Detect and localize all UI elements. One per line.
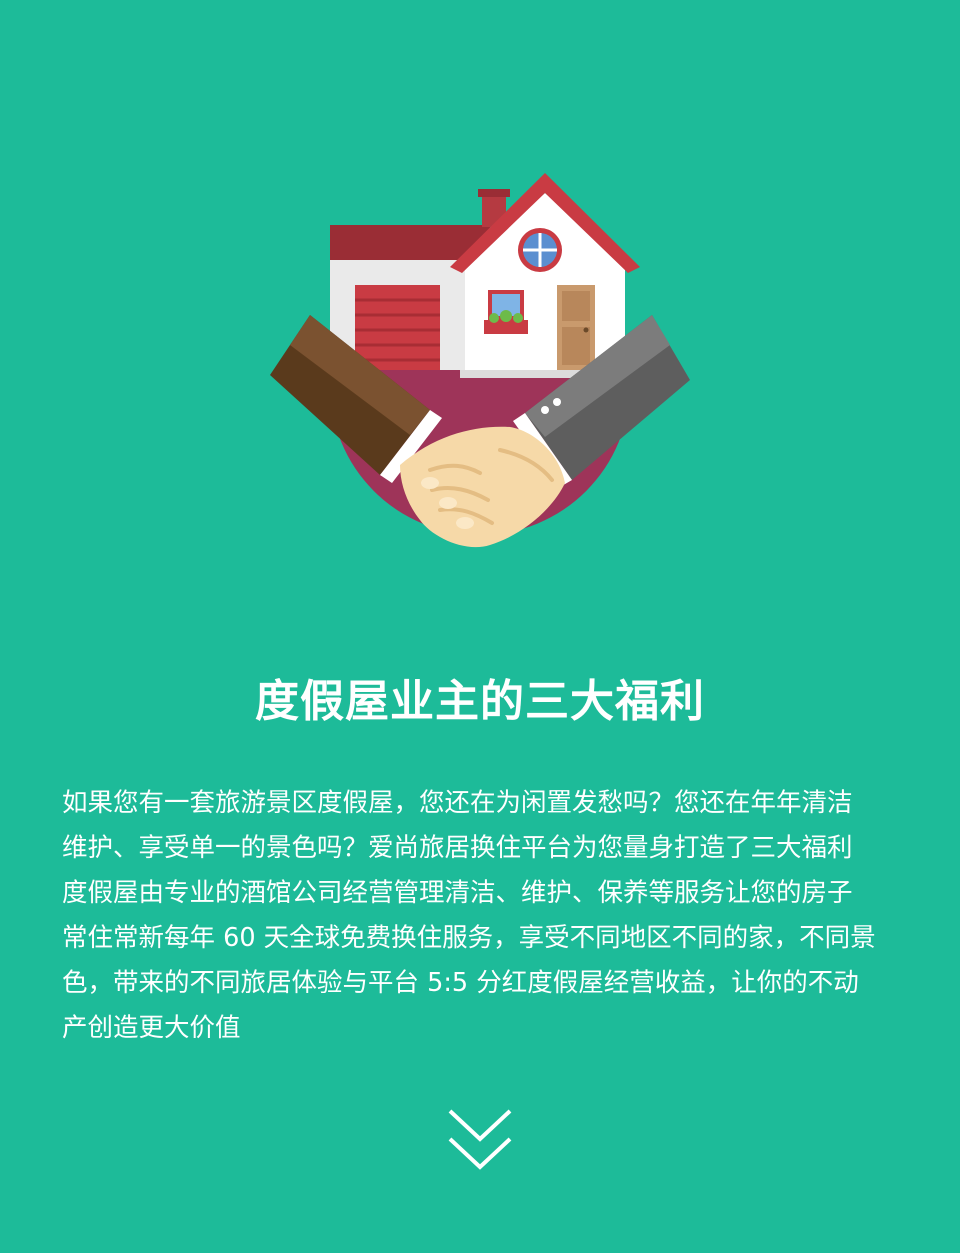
page: 度假屋业主的三大福利 如果您有一套旅游景区度假屋，您还在为闲置发愁吗？您还在年年… [0, 0, 960, 1253]
description-line: 维护、享受单一的景色吗？爱尚旅居换住平台为您量身打造了三大福利 [62, 833, 853, 863]
description-line: 度假屋由专业的酒馆公司经营管理清洁、维护、保养等服务让您的房子 [62, 878, 853, 908]
section-title: 度假屋业主的三大福利 [255, 676, 705, 727]
description-line: 常住常新每年 60 天全球免费换住服务，享受不同地区不同的家，不同景 [62, 923, 876, 953]
house-handshake-icon [270, 173, 690, 548]
description-line: 色，带来的不同旅居体验与平台 5:5 分红度假屋经营收益，让你的不动 [62, 968, 859, 998]
description-line: 如果您有一套旅游景区度假屋，您还在为闲置发愁吗？您还在年年清洁 [62, 788, 853, 818]
section-description: 如果您有一套旅游景区度假屋，您还在为闲置发愁吗？您还在年年清洁 维护、享受单一的… [62, 781, 902, 1051]
description-line: 产创造更大价值 [62, 1013, 241, 1043]
double-chevron-down-icon[interactable] [447, 1105, 513, 1175]
